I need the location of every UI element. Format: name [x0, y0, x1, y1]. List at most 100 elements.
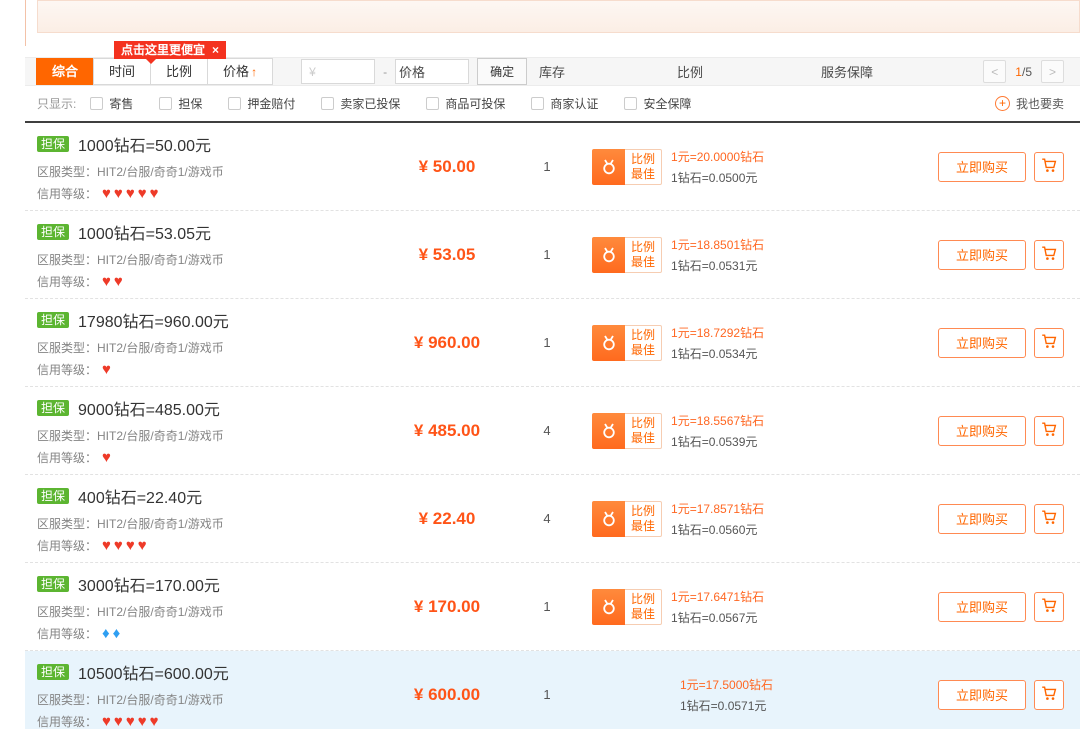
- listing-row[interactable]: 担保17980钻石=960.00元 区服类型：HIT2/台服/奇奇1/游戏币 信…: [25, 299, 1080, 387]
- pagination: < 1/5 >: [983, 60, 1064, 83]
- checkbox[interactable]: [531, 97, 544, 110]
- server-type: 区服类型：HIT2/台服/奇奇1/游戏币: [37, 691, 392, 708]
- close-icon[interactable]: ×: [212, 42, 219, 58]
- filter-seller-insured[interactable]: 卖家已投保: [321, 95, 400, 112]
- prev-page-button[interactable]: <: [983, 60, 1006, 83]
- filter-bar: 只显示: 寄售 担保 押金赔付 卖家已投保 商品可投保 商家认证 安全保障 +我…: [25, 86, 1080, 123]
- listing-title[interactable]: 3000钻石=170.00元: [78, 572, 220, 596]
- guarantee-badge: 担保: [37, 664, 69, 680]
- guarantee-badge: 担保: [37, 576, 69, 592]
- listing-price: ¥ 22.40: [392, 509, 502, 529]
- listing-title[interactable]: 1000钻石=53.05元: [78, 220, 211, 244]
- sort-tab-time[interactable]: 时间: [93, 58, 151, 85]
- listing-price: ¥ 50.00: [392, 157, 502, 177]
- listing-price: ¥ 53.05: [392, 245, 502, 265]
- checkbox[interactable]: [90, 97, 103, 110]
- listing-ratio: 1元=17.5000钻石1钻石=0.0571元: [592, 676, 892, 714]
- heart-icons: ♥♥: [102, 274, 126, 289]
- confirm-button[interactable]: 确定: [477, 58, 527, 85]
- next-page-button[interactable]: >: [1041, 60, 1064, 83]
- listing-actions: 立即购买: [892, 592, 1064, 622]
- filter-deposit-compensation[interactable]: 押金赔付: [228, 95, 295, 112]
- listing-actions: 立即购买: [892, 680, 1064, 710]
- buy-now-button[interactable]: 立即购买: [938, 416, 1026, 446]
- ratio-per-yuan: 1元=20.0000钻石: [671, 148, 764, 165]
- page: 点击这里更便宜 × 综合 时间 比例 价格↑ - 确定 价格 库存 比例 服务保…: [0, 0, 1080, 729]
- buy-now-button[interactable]: 立即购买: [938, 240, 1026, 270]
- listing-title[interactable]: 1000钻石=50.00元: [78, 132, 211, 156]
- add-to-cart-button[interactable]: [1034, 504, 1064, 534]
- best-ratio-badge: 比例最佳: [592, 501, 662, 537]
- listing-row[interactable]: 担保9000钻石=485.00元 区服类型：HIT2/台服/奇奇1/游戏币 信用…: [25, 387, 1080, 475]
- credit-rating: 信用等级：♥♥♥♥♥: [37, 185, 392, 202]
- checkbox[interactable]: [426, 97, 439, 110]
- listing-ratio: 比例最佳 1元=20.0000钻石1钻石=0.0500元: [592, 148, 892, 186]
- filter-merchant-certified[interactable]: 商家认证: [531, 95, 598, 112]
- add-to-cart-button[interactable]: [1034, 152, 1064, 182]
- filter-guarantee[interactable]: 担保: [159, 95, 202, 112]
- best-line2: 最佳: [631, 431, 655, 446]
- add-to-cart-button[interactable]: [1034, 328, 1064, 358]
- sort-toolbar: 综合 时间 比例 价格↑ - 确定 价格 库存 比例 服务保障 < 1/5 >: [25, 57, 1080, 86]
- heart-icons: ♥♥♥♥: [102, 538, 150, 553]
- filter-safety-guarantee[interactable]: 安全保障: [624, 95, 691, 112]
- medal-icon: [592, 589, 625, 625]
- heart-icons: ♥: [102, 362, 114, 377]
- checkbox[interactable]: [228, 97, 241, 110]
- filter-option-label: 商品可投保: [445, 95, 505, 112]
- heart-icons: ♥♥♥♥♥: [102, 186, 162, 201]
- price-per-diamond: 1钻石=0.0531元: [671, 257, 764, 274]
- credit-rating: 信用等级：♦♦: [37, 625, 392, 642]
- sort-tab-comprehensive[interactable]: 综合: [36, 58, 94, 85]
- listing-stock: 1: [502, 335, 592, 350]
- price-min-input[interactable]: [301, 59, 375, 84]
- best-line2: 最佳: [631, 255, 655, 270]
- server-type: 区服类型：HIT2/台服/奇奇1/游戏币: [37, 251, 392, 268]
- buy-now-button[interactable]: 立即购买: [938, 328, 1026, 358]
- listing-ratio: 比例最佳 1元=17.6471钻石1钻石=0.0567元: [592, 588, 892, 626]
- buy-now-button[interactable]: 立即购买: [938, 152, 1026, 182]
- cart-icon: [1041, 333, 1058, 353]
- promo-tooltip[interactable]: 点击这里更便宜 ×: [114, 41, 226, 59]
- listing-row[interactable]: 担保1000钻石=53.05元 区服类型：HIT2/台服/奇奇1/游戏币 信用等…: [25, 211, 1080, 299]
- best-line1: 比例: [631, 240, 655, 255]
- cart-icon: [1041, 421, 1058, 441]
- sell-too-link[interactable]: +我也要卖: [995, 95, 1064, 112]
- listing-row-highlighted[interactable]: 担保10500钻石=600.00元 区服类型：HIT2/台服/奇奇1/游戏币 信…: [25, 651, 1080, 729]
- filter-consignment[interactable]: 寄售: [90, 95, 133, 112]
- add-to-cart-button[interactable]: [1034, 680, 1064, 710]
- listing-title[interactable]: 9000钻石=485.00元: [78, 396, 220, 420]
- page-indicator: 1/5: [1015, 65, 1032, 79]
- listing-row[interactable]: 担保1000钻石=50.00元 区服类型：HIT2/台服/奇奇1/游戏币 信用等…: [25, 123, 1080, 211]
- buy-now-button[interactable]: 立即购买: [938, 680, 1026, 710]
- filter-item-insurable[interactable]: 商品可投保: [426, 95, 505, 112]
- column-header-ratio: 比例: [677, 62, 703, 81]
- listing-stock: 1: [502, 599, 592, 614]
- sort-tab-price[interactable]: 价格↑: [207, 58, 273, 85]
- add-to-cart-button[interactable]: [1034, 240, 1064, 270]
- listing-title[interactable]: 17980钻石=960.00元: [78, 308, 229, 332]
- sort-tab-ratio[interactable]: 比例: [150, 58, 208, 85]
- listing-title[interactable]: 10500钻石=600.00元: [78, 660, 229, 684]
- medal-icon: [592, 325, 625, 361]
- listing-title[interactable]: 400钻石=22.40元: [78, 484, 202, 508]
- add-to-cart-button[interactable]: [1034, 416, 1064, 446]
- ratio-per-yuan: 1元=17.8571钻石: [671, 500, 764, 517]
- buy-now-button[interactable]: 立即购买: [938, 504, 1026, 534]
- buy-now-button[interactable]: 立即购买: [938, 592, 1026, 622]
- ratio-per-yuan: 1元=18.5567钻石: [671, 412, 764, 429]
- add-to-cart-button[interactable]: [1034, 592, 1064, 622]
- listing-info: 担保17980钻石=960.00元 区服类型：HIT2/台服/奇奇1/游戏币 信…: [37, 308, 392, 378]
- filter-label: 只显示:: [37, 95, 76, 112]
- listing-row[interactable]: 担保3000钻石=170.00元 区服类型：HIT2/台服/奇奇1/游戏币 信用…: [25, 563, 1080, 651]
- listing-actions: 立即购买: [892, 504, 1064, 534]
- listing-info: 担保9000钻石=485.00元 区服类型：HIT2/台服/奇奇1/游戏币 信用…: [37, 396, 392, 466]
- checkbox[interactable]: [321, 97, 334, 110]
- checkbox[interactable]: [159, 97, 172, 110]
- server-type: 区服类型：HIT2/台服/奇奇1/游戏币: [37, 339, 392, 356]
- best-ratio-badge: 比例最佳: [592, 325, 662, 361]
- checkbox[interactable]: [624, 97, 637, 110]
- cart-icon: [1041, 157, 1058, 177]
- listing-row[interactable]: 担保400钻石=22.40元 区服类型：HIT2/台服/奇奇1/游戏币 信用等级…: [25, 475, 1080, 563]
- filter-option-label: 押金赔付: [247, 95, 295, 112]
